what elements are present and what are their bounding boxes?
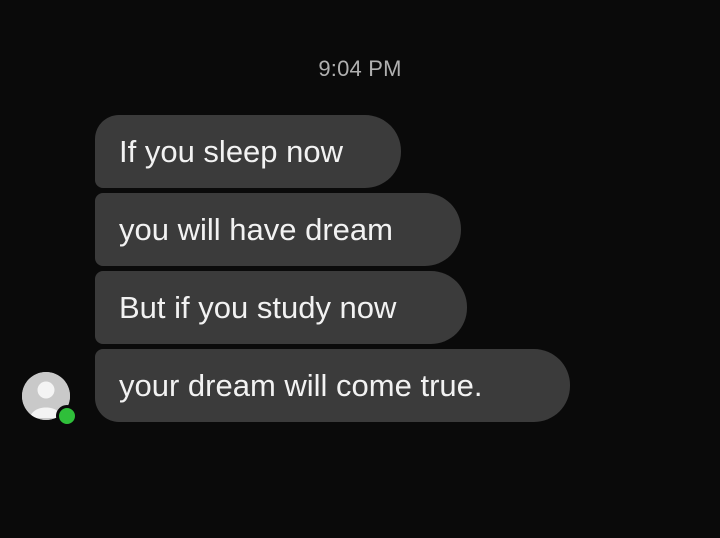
message-text: If you sleep now <box>119 133 344 169</box>
message-bubble[interactable]: If you sleep now <box>95 115 401 188</box>
message-text: you will have dream <box>119 211 393 247</box>
online-status-dot <box>56 405 78 427</box>
message-bubble[interactable]: But if you study now <box>95 271 467 344</box>
chat-thread: 9:04 PM If you sleep now you will have d… <box>0 0 720 538</box>
message-timestamp: 9:04 PM <box>318 56 402 81</box>
message-text: your dream will come true. <box>119 367 483 403</box>
message-bubble[interactable]: you will have dream <box>95 193 461 266</box>
message-text: But if you study now <box>119 289 397 325</box>
message-bubble[interactable]: your dream will come true. <box>95 349 570 422</box>
